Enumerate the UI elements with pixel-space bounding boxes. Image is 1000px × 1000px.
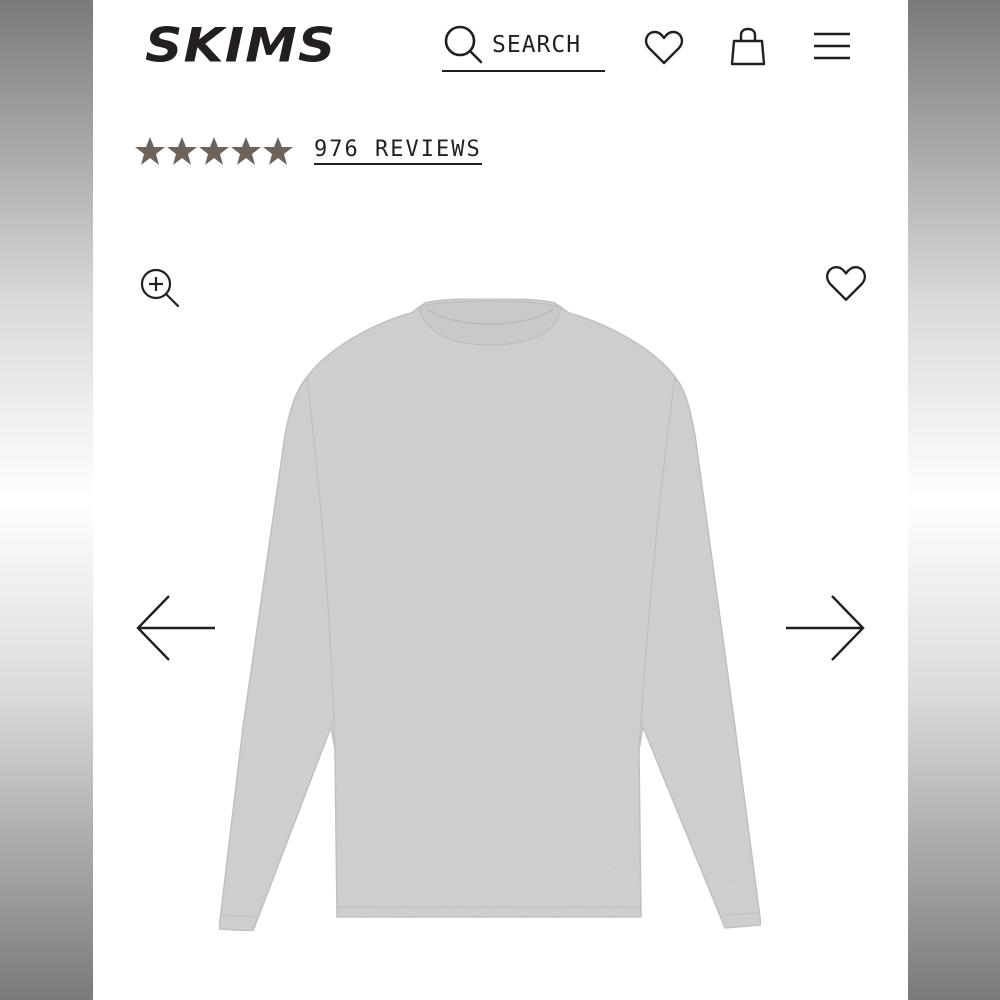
product-page: SKIMS SEARCH 976 REVIEWS	[93, 0, 908, 1000]
gray-long-sleeve-tee-image	[218, 297, 762, 932]
next-image-button[interactable]	[784, 593, 866, 668]
right-backdrop	[908, 0, 1000, 1000]
arrow-right-icon	[786, 595, 865, 661]
skims-logo[interactable]: SKIMS	[145, 21, 336, 71]
star-icon	[135, 137, 165, 165]
star-icon	[167, 137, 197, 165]
add-to-wishlist-button[interactable]	[825, 265, 867, 308]
previous-image-button[interactable]	[135, 593, 217, 668]
left-backdrop	[0, 0, 93, 1000]
rating-summary: 976 REVIEWS	[134, 136, 482, 166]
product-image	[213, 295, 783, 945]
cart-button[interactable]	[729, 27, 767, 72]
heart-icon	[644, 30, 684, 65]
search-field[interactable]: SEARCH	[442, 20, 605, 72]
shopping-bag-icon	[730, 27, 766, 66]
menu-button[interactable]	[812, 31, 852, 66]
star-icon	[263, 137, 293, 165]
heart-icon	[826, 266, 866, 301]
zoom-button[interactable]	[138, 266, 182, 315]
arrow-left-icon	[136, 595, 215, 661]
search-label: SEARCH	[492, 32, 582, 58]
zoom-in-icon	[140, 268, 180, 308]
wishlist-button[interactable]	[644, 30, 684, 71]
reviews-link[interactable]: 976 REVIEWS	[314, 137, 482, 165]
star-rating	[134, 136, 294, 166]
star-icon	[199, 137, 229, 165]
hamburger-menu-icon	[814, 32, 850, 60]
star-icon	[231, 137, 261, 165]
search-icon	[444, 25, 483, 64]
